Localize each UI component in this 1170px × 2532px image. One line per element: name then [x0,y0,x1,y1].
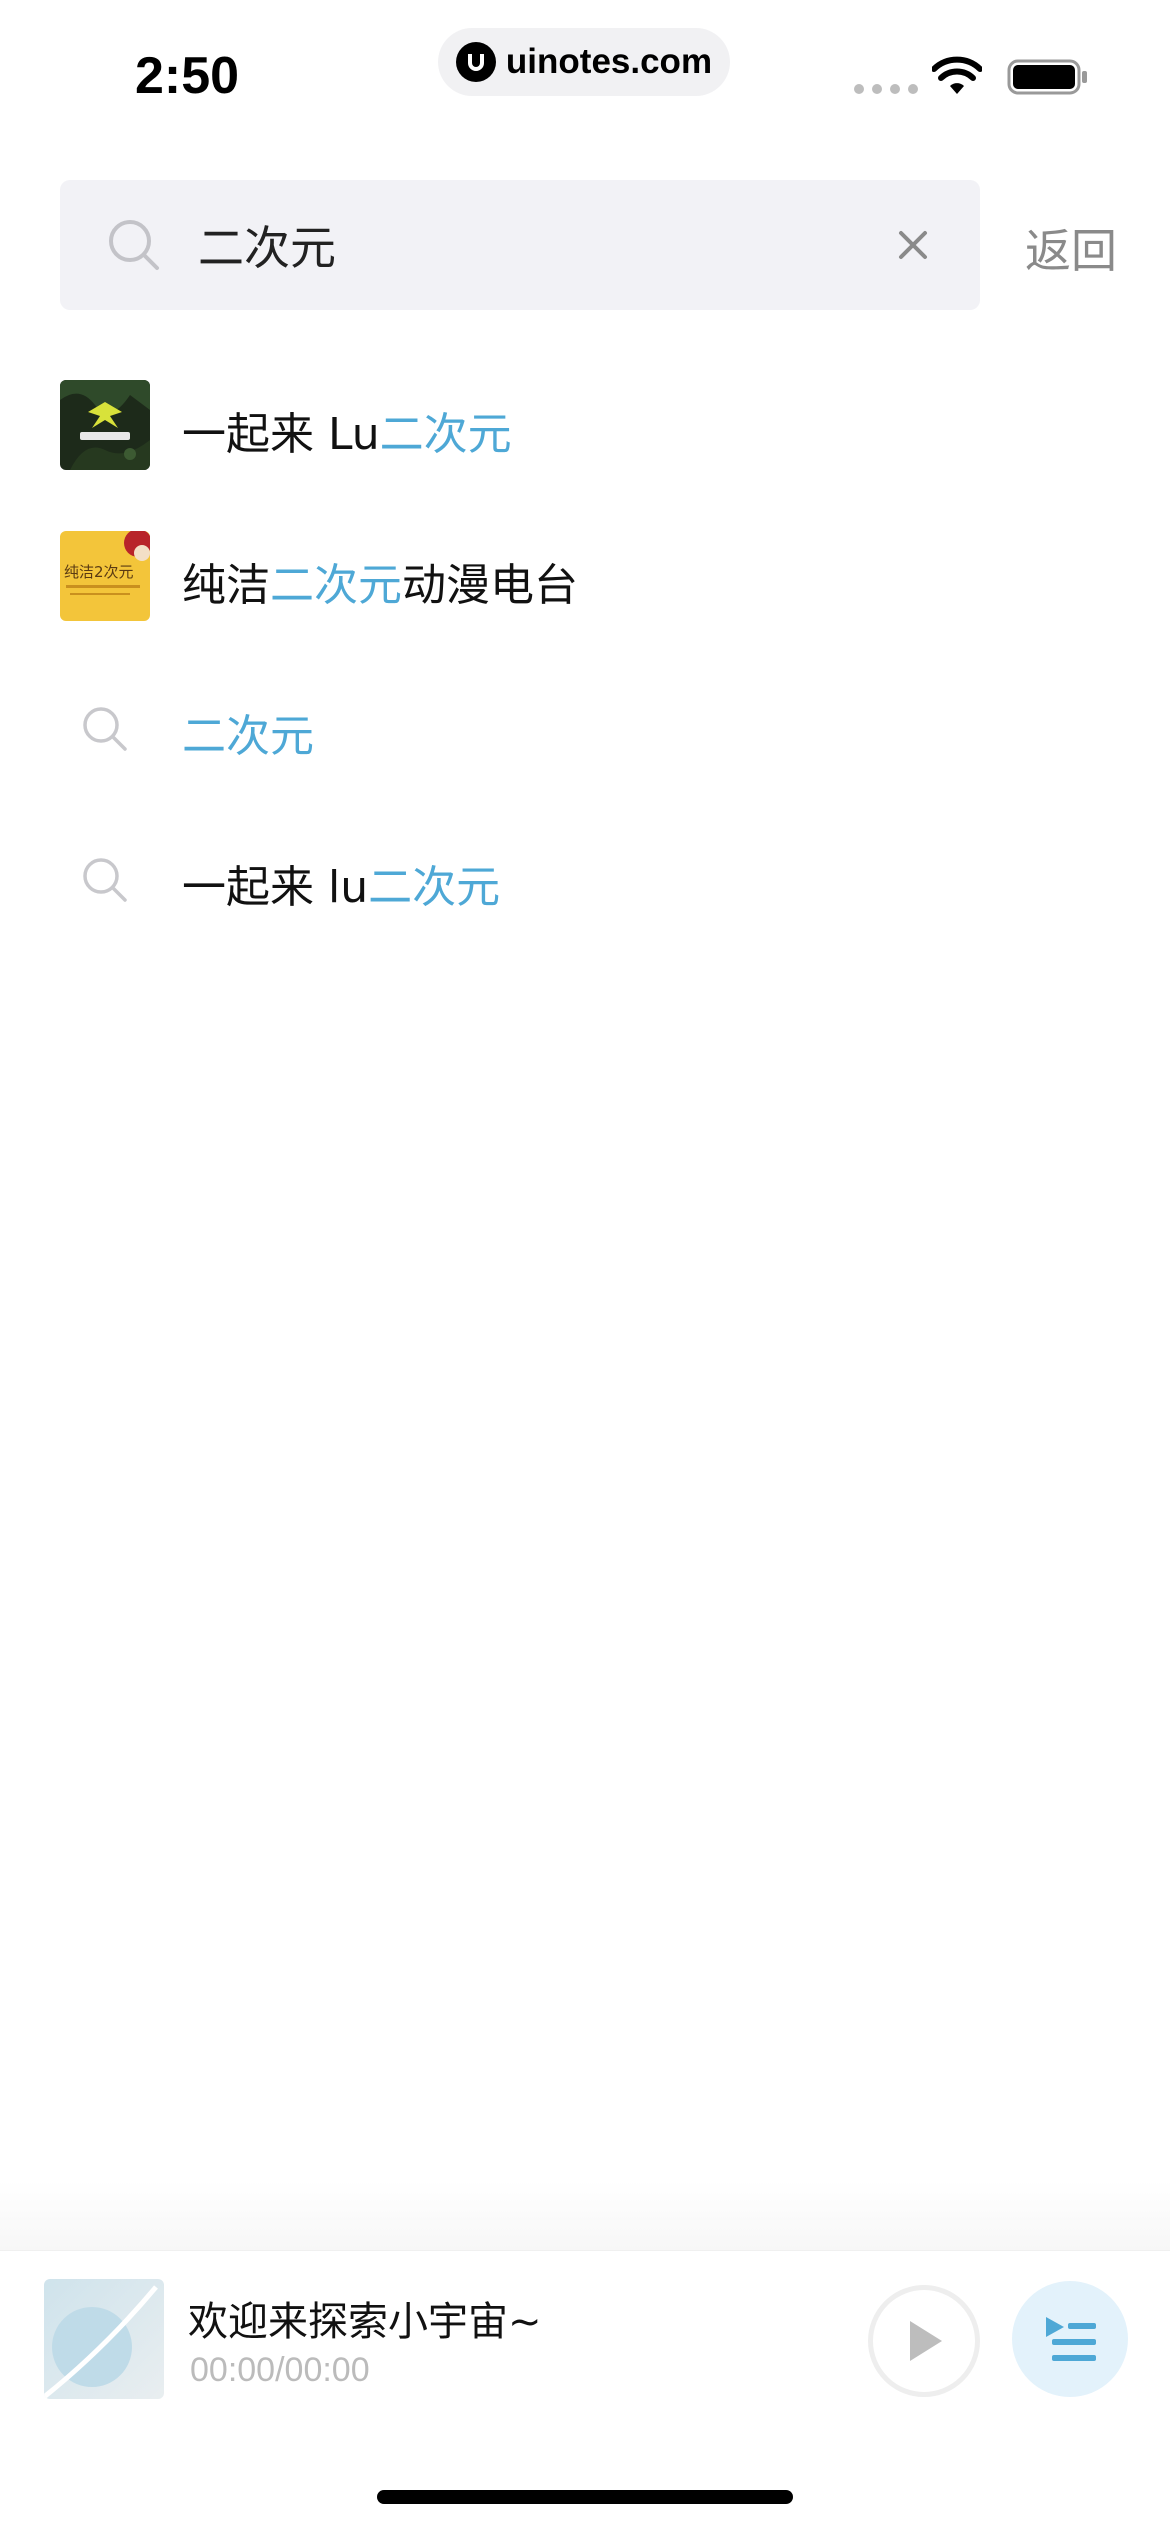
clear-icon[interactable] [893,225,933,265]
wifi-icon [932,56,982,94]
search-input[interactable] [198,210,898,280]
search-suggestion[interactable]: 二次元 [60,682,1120,782]
album-art-yellow: 纯洁2次元 [60,531,150,621]
album-art-text: 纯洁2次元 [64,563,134,581]
signal-icon [854,84,918,94]
search-suggestion[interactable]: 一起来 lu二次元 [60,833,1120,933]
site-logo-icon [455,42,496,82]
search-result-album[interactable]: 一起来 Lu二次元 [60,380,1120,480]
play-button[interactable] [868,2285,980,2397]
episode-cover [44,2279,164,2399]
album-art-green [60,380,150,470]
playlist-icon [1046,2317,1096,2361]
track-time: 00:00/00:00 [190,2351,370,2389]
back-button[interactable]: 返回 [1025,215,1117,281]
search-icon [83,858,127,902]
search-icon [109,220,159,270]
result-title: 纯洁二次元动漫电台 [182,560,578,611]
home-indicator [377,2490,793,2504]
search-icon [83,707,127,751]
search-result-album[interactable]: 纯洁2次元 纯洁二次元动漫电台 [60,531,1120,631]
playlist-button[interactable] [1012,2281,1128,2397]
search-bar[interactable] [60,180,980,310]
status-time: 2:50 [135,47,240,105]
battery-icon [1007,59,1087,95]
result-title: 一起来 Lu二次元 [182,409,512,460]
url-pill[interactable]: uinotes.com [438,28,730,96]
suggestion-text: 一起来 lu二次元 [182,862,501,913]
suggestion-text: 二次元 [182,711,314,762]
play-icon [910,2321,942,2361]
player-shadow [0,2180,1170,2250]
search-page: 2:50 uinotes.com 返回 [0,0,1170,2532]
track-title: 欢迎来探索小宇宙~ [188,2299,542,2345]
url-text: uinotes.com [505,42,713,81]
